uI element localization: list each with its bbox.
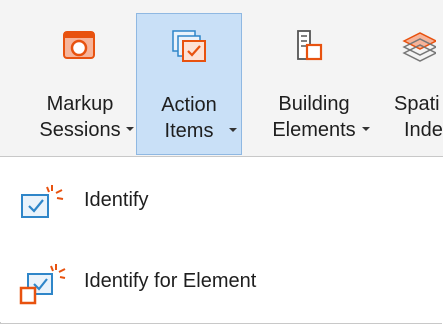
spatial-index-label: Spati Inde [394,93,443,141]
chevron-down-icon [362,127,370,131]
building-elements-icon [297,30,323,61]
building-elements-label: Building Elements [272,93,356,141]
menu-item-identify-for-element-label: Identify for Element [84,270,257,292]
building-elements-button[interactable]: Building Elements [250,13,378,155]
menu-item-identify[interactable]: Identify [0,171,443,231]
chevron-down-icon [229,128,237,132]
action-items-dropdown-menu: Identify Identify for Element [0,157,443,322]
markup-sessions-label: Markup Sessions [39,93,121,141]
menu-item-identify-for-element[interactable]: Identify for Element [0,252,443,312]
chevron-down-icon [126,127,134,131]
action-items-icon [172,30,206,62]
menu-item-identify-label: Identify [84,189,149,211]
spatial-index-button[interactable]: Spati Inde [386,13,443,155]
action-items-label: Action Items [161,94,217,142]
identify-for-element-icon [19,264,66,305]
markup-sessions-icon [63,31,95,59]
markup-sessions-button[interactable]: Markup Sessions [24,13,136,155]
ribbon-toolbar: Markup Sessions Action Items Building El… [0,0,443,157]
spatial-index-icon [402,32,436,62]
action-items-button[interactable]: Action Items [136,13,242,155]
identify-icon [21,185,64,218]
